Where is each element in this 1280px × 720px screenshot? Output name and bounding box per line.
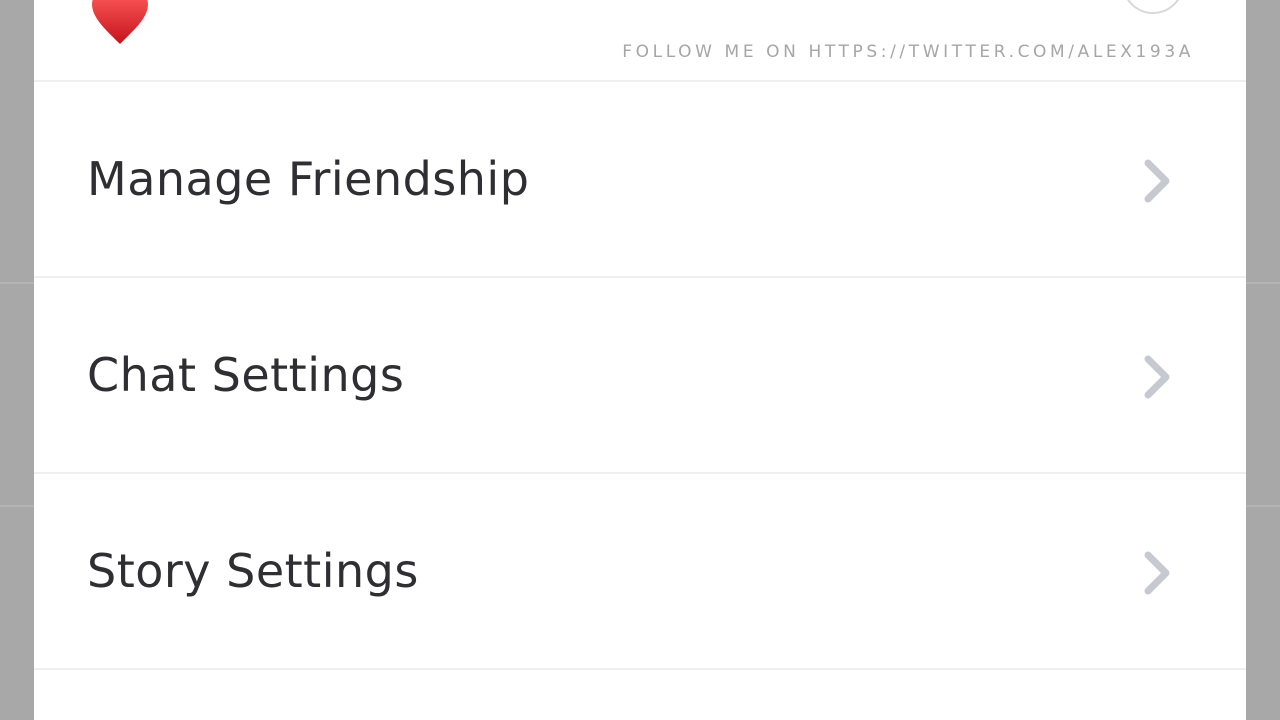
sheet-header: FOLLOW ME ON HTTPS://TWITTER.COM/ALEX193… [34,0,1246,82]
menu-item-label: Story Settings [87,544,419,598]
close-circle-icon[interactable] [1122,0,1184,14]
chevron-right-icon [1144,355,1170,399]
follow-me-text: FOLLOW ME ON HTTPS://TWITTER.COM/ALEX193… [622,42,1194,62]
menu-item-partial[interactable] [34,672,1246,720]
chevron-right-icon [1144,159,1170,203]
action-sheet: FOLLOW ME ON HTTPS://TWITTER.COM/ALEX193… [34,0,1246,720]
menu-item-label: Chat Settings [87,348,405,402]
menu-item-manage-friendship[interactable]: Manage Friendship [34,82,1246,278]
chevron-right-icon [1144,551,1170,595]
heart-icon [92,0,148,44]
menu-item-chat-settings[interactable]: Chat Settings [34,278,1246,474]
menu-item-label: Manage Friendship [87,152,530,206]
menu-item-story-settings[interactable]: Story Settings [34,474,1246,670]
